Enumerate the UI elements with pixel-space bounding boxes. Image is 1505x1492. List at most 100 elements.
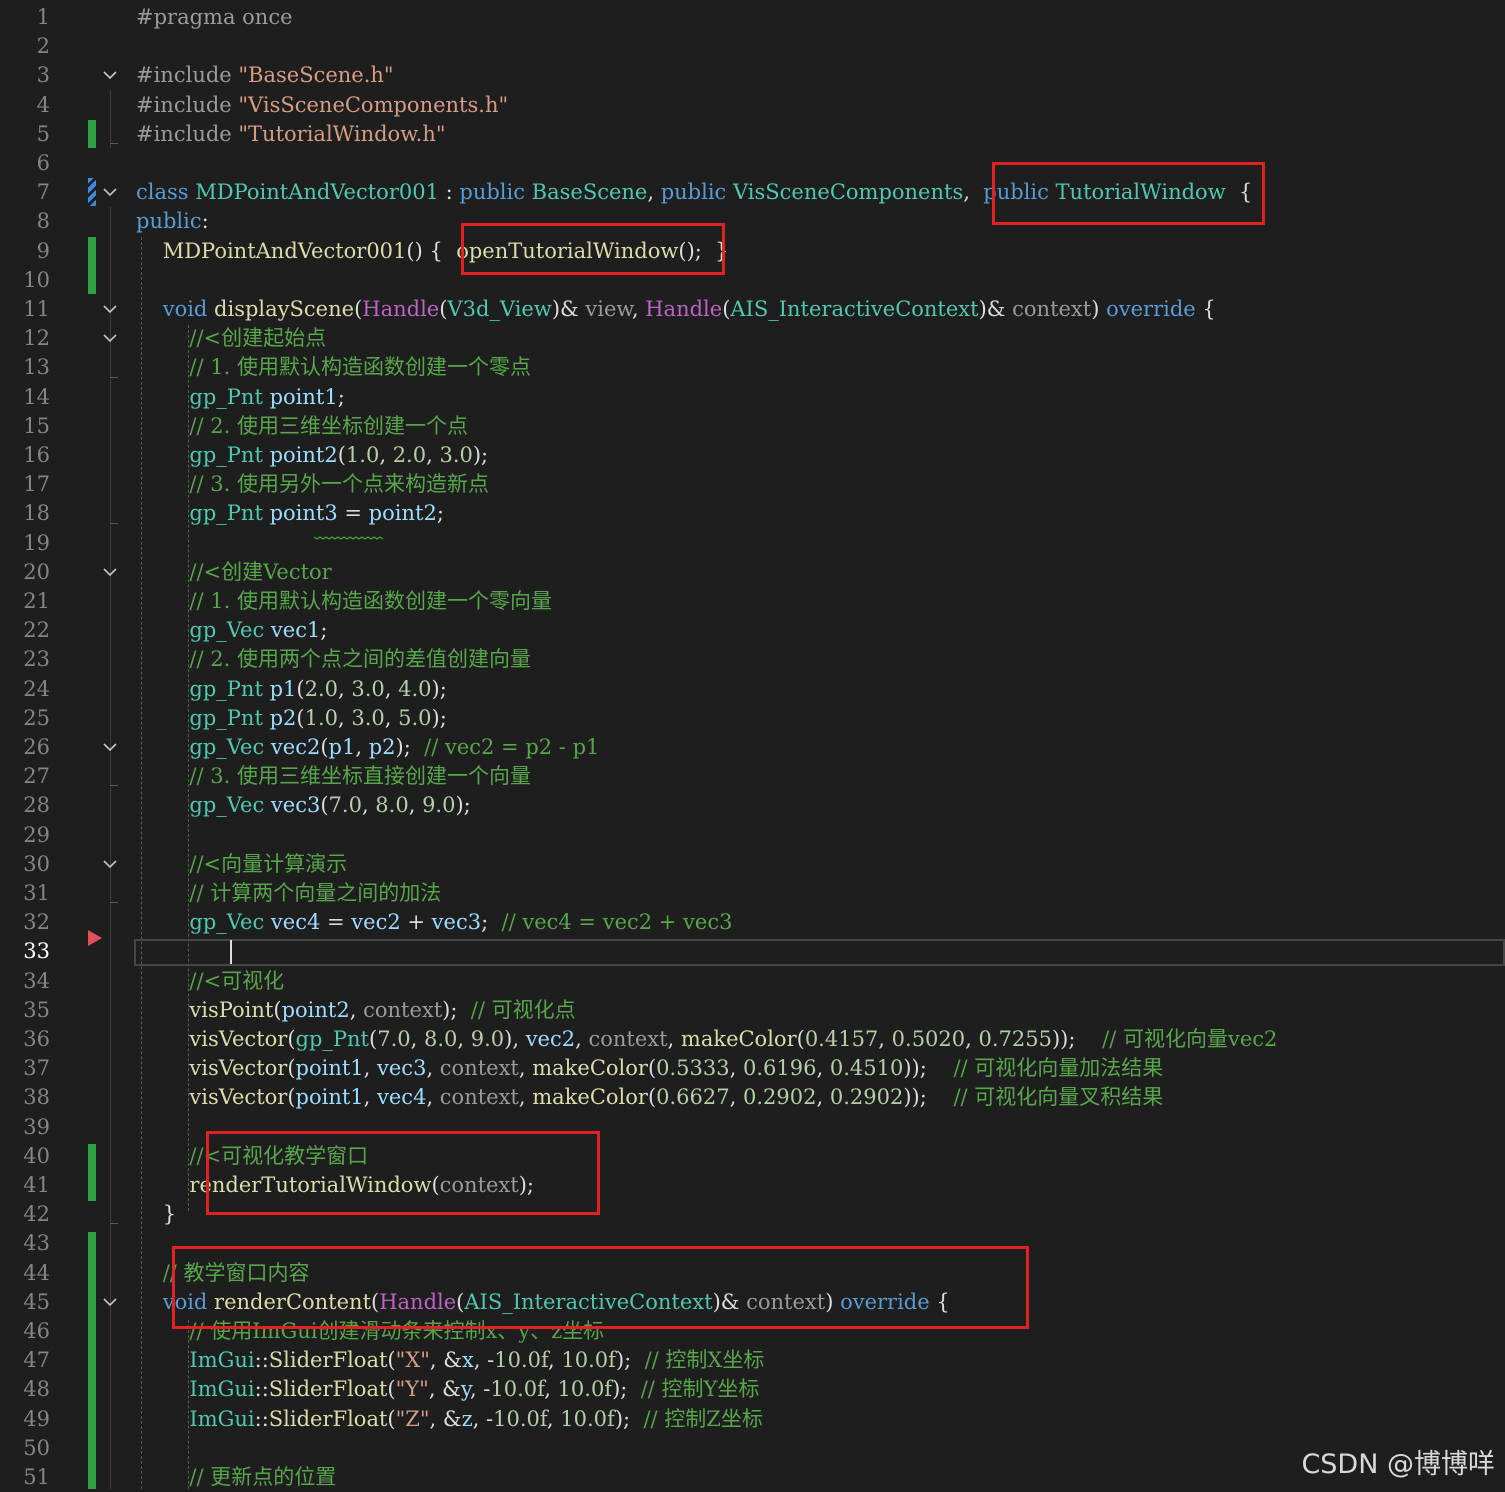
code-line[interactable]: #include "BaseScene.h" (136, 61, 394, 90)
code-line[interactable]: gp_Vec vec3(7.0, 8.0, 9.0); (136, 791, 470, 820)
code-token: 5.0 (398, 705, 432, 730)
code-line[interactable]: gp_Vec vec1; (136, 616, 327, 645)
code-token: )& (551, 297, 586, 321)
code-line[interactable]: // 2. 使用三维坐标创建一个点 (136, 412, 468, 441)
code-token: , (426, 443, 440, 467)
code-token: 0.2902 (829, 1085, 904, 1110)
code-token: 1.0 (345, 443, 380, 467)
fold-chevron-down-icon[interactable] (101, 558, 119, 587)
fold-chevron-down-icon[interactable] (101, 850, 119, 879)
code-token: "Y" (395, 1377, 429, 1402)
code-line[interactable]: public: (136, 207, 209, 236)
code-token: vec2 (351, 910, 401, 935)
fold-chevron-down-icon[interactable] (101, 324, 119, 353)
code-token: #pragma once (136, 5, 293, 29)
code-line[interactable]: // 计算两个向量之间的加法 (136, 879, 441, 908)
code-token: gp_Vec (189, 910, 265, 935)
code-token: ); (615, 1348, 645, 1373)
fold-chevron-down-icon[interactable] (101, 178, 119, 207)
code-line[interactable]: #pragma once (136, 3, 293, 32)
code-line[interactable]: // 更新点的位置 (136, 1463, 336, 1492)
code-token: 0.6627 (656, 1085, 730, 1110)
code-line[interactable]: gp_Vec vec4 = vec2 + vec3; // vec4 = vec… (136, 908, 732, 937)
code-token: p1 (328, 735, 356, 759)
line-number: 32 (23, 910, 50, 935)
code-line[interactable]: gp_Vec vec2(p1, p2); // vec2 = p2 - p1 (136, 733, 599, 762)
code-token: vec2 (525, 1027, 576, 1051)
code-token: 0.4157 (804, 1027, 879, 1051)
code-token: ( (296, 705, 305, 730)
code-token: ; (320, 618, 328, 643)
code-line[interactable]: // 1. 使用默认构造函数创建一个零点 (136, 353, 531, 382)
code-token: , (816, 1085, 830, 1110)
code-token: ); (614, 1406, 644, 1431)
code-line[interactable]: ImGui::SliderFloat("Y", &y, -10.0f, 10.0… (136, 1375, 759, 1404)
fold-chevron-down-icon[interactable] (101, 295, 119, 324)
highlight-box-render-content (172, 1246, 1029, 1329)
code-line[interactable]: // 3. 使用另外一个点来构造新点 (136, 470, 489, 499)
code-line[interactable]: // 2. 使用两个点之间的差值创建向量 (136, 645, 531, 674)
fold-chevron-down-icon[interactable] (101, 61, 119, 90)
code-line[interactable]: visVector(gp_Pnt(7.0, 8.0, 9.0), vec2, c… (136, 1025, 1277, 1054)
breakpoint-arrow-icon[interactable] (87, 929, 103, 951)
code-line[interactable]: #include "VisSceneComponents.h" (136, 91, 508, 120)
code-line[interactable]: ImGui::SliderFloat("X", &x, -10.0f, 10.0… (136, 1346, 764, 1375)
code-token: SliderFloat (268, 1406, 388, 1431)
code-line[interactable]: gp_Pnt point3 = point2; (136, 499, 443, 528)
code-token: #include (136, 63, 239, 88)
code-line[interactable]: void displayScene(Handle(V3d_View)& view… (136, 295, 1216, 324)
code-line[interactable]: visPoint(point2, context); // 可视化点 (136, 996, 575, 1025)
code-token: point1 (295, 1056, 364, 1081)
code-line[interactable]: //<创建起始点 (136, 324, 326, 353)
code-token: // 计算两个向量之间的加法 (189, 881, 442, 905)
line-number: 1 (36, 5, 50, 29)
code-token: ( (387, 1406, 396, 1431)
code-line[interactable]: ImGui::SliderFloat("Z", &z, -10.0f, 10.0… (136, 1405, 762, 1434)
code-line[interactable]: //<可视化 (136, 967, 284, 996)
code-token: V3d_View (447, 297, 552, 321)
line-number: 40 (23, 1143, 50, 1168)
code-line[interactable]: gp_Pnt point2(1.0, 2.0, 3.0); (136, 441, 488, 470)
line-number: 36 (23, 1027, 50, 1051)
code-line[interactable]: gp_Pnt point1; (136, 383, 345, 412)
code-line[interactable]: gp_Pnt p1(2.0, 3.0, 4.0); (136, 675, 446, 704)
code-token: makeColor (680, 1027, 797, 1051)
code-token: gp_Vec (189, 618, 265, 643)
code-line[interactable]: visVector(point1, vec3, context, makeCol… (136, 1054, 1163, 1083)
code-token: SliderFloat (268, 1348, 388, 1373)
code-line[interactable]: //<创建Vector (136, 558, 331, 587)
line-number: 26 (23, 735, 50, 759)
code-token: () { (406, 238, 457, 263)
code-token: ; (337, 384, 345, 409)
code-line[interactable]: //<向量计算演示 (136, 850, 347, 879)
code-token: ImGui (189, 1348, 255, 1373)
line-number: 42 (23, 1202, 50, 1227)
code-token: , (816, 1056, 830, 1081)
code-token: } (136, 1202, 177, 1227)
code-token: , (410, 1027, 424, 1051)
code-token: MDPointAndVector001 (162, 238, 407, 263)
code-line[interactable]: // 1. 使用默认构造函数创建一个零向量 (136, 587, 552, 616)
code-line[interactable]: gp_Pnt p2(1.0, 3.0, 5.0); (136, 704, 446, 733)
code-token: VisSceneComponents (733, 180, 964, 205)
code-line[interactable]: // 3. 使用三维坐标直接创建一个向量 (136, 762, 531, 791)
code-line[interactable]: visVector(point1, vec4, context, makeCol… (136, 1083, 1163, 1112)
editor-gutter: 1 2 3 4 5 6 7 8 9 10 11 12 13 14 15 16 17 18 19 20 21 22 23 24 2… (0, 0, 132, 1489)
line-number: 10 (23, 267, 50, 292)
fold-chevron-down-icon[interactable] (101, 733, 119, 762)
code-token: 3.0 (351, 676, 385, 701)
code-token: context (363, 997, 443, 1022)
fold-chevron-down-icon[interactable] (101, 1288, 119, 1317)
code-line[interactable]: #include "TutorialWindow.h" (136, 120, 446, 149)
code-token: //<可视化 (189, 968, 285, 993)
code-line[interactable]: } (136, 1200, 176, 1229)
code-token: // 3. 使用另外一个点来构造新点 (189, 472, 489, 497)
line-number: 11 (23, 297, 50, 321)
line-number: 28 (23, 793, 50, 818)
line-number: 18 (23, 501, 50, 526)
